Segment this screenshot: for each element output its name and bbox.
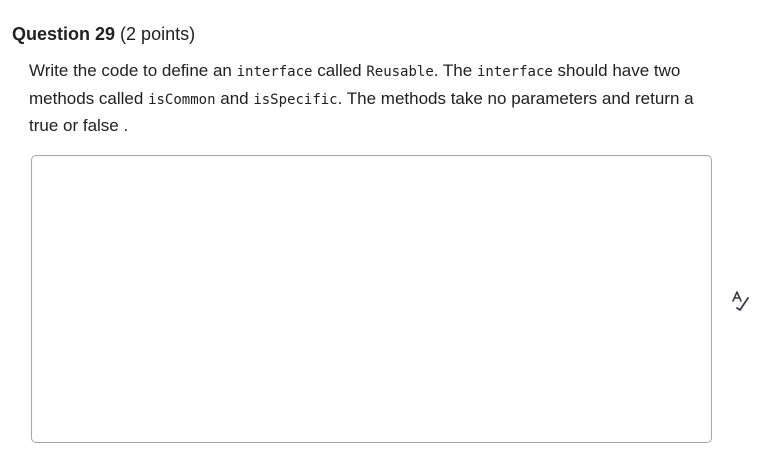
question-points: (2 points) — [120, 24, 196, 44]
prompt-text: Write the code to define an — [29, 61, 237, 80]
question-prompt: Write the code to define an interface ca… — [29, 58, 709, 140]
spellcheck-icon[interactable] — [730, 289, 752, 311]
prompt-code: Reusable — [366, 64, 434, 80]
answer-box[interactable] — [31, 155, 712, 443]
question-title: Question 29 — [12, 24, 116, 44]
prompt-code: isCommon — [148, 91, 216, 108]
prompt-code: interface — [236, 64, 313, 80]
question-header: Question 29 (2 points) — [12, 22, 195, 46]
prompt-text: . The — [433, 61, 477, 80]
prompt-text: and — [215, 88, 254, 108]
prompt-text: called — [312, 61, 367, 80]
prompt-code: interface — [476, 64, 553, 80]
answer-textarea[interactable] — [32, 156, 711, 442]
prompt-code: isSpecific — [253, 91, 338, 108]
